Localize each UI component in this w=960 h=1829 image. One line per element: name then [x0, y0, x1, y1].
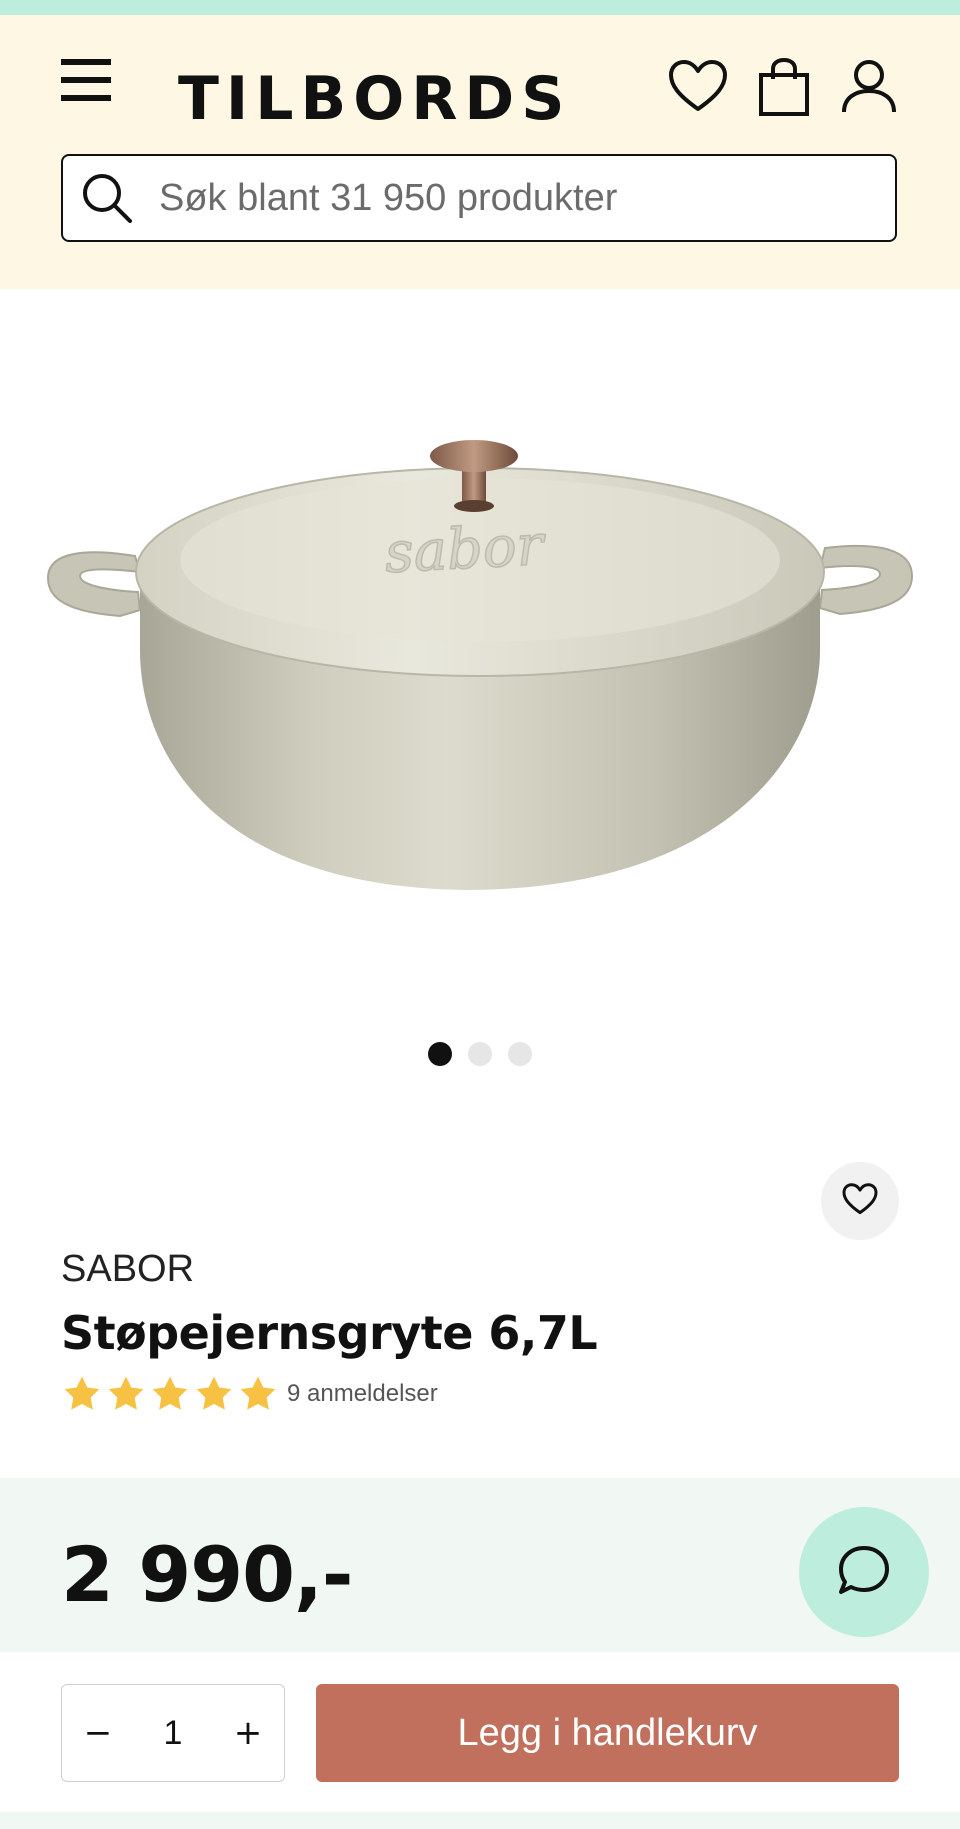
heart-icon — [668, 59, 728, 117]
gallery-dot-2[interactable] — [468, 1042, 492, 1066]
site-header: TILBORDS — [0, 15, 960, 289]
star-icon — [240, 1376, 276, 1410]
bottom-strip — [0, 1812, 960, 1829]
star-icon — [152, 1376, 188, 1410]
product-brand[interactable]: SABOR — [61, 1248, 194, 1291]
increase-quantity-button[interactable]: + — [212, 1685, 284, 1781]
product-image[interactable]: sabor — [40, 420, 920, 980]
svg-text:sabor: sabor — [383, 513, 548, 586]
product-title: Støpejernsgryte 6,7L — [61, 1306, 598, 1360]
star-icon — [108, 1376, 144, 1410]
gallery-dot-1[interactable] — [428, 1042, 452, 1066]
top-accent-strip — [0, 0, 960, 15]
product-price: 2 990,- — [61, 1530, 353, 1619]
reviews-count[interactable]: 9 anmeldelser — [287, 1380, 438, 1408]
chat-button[interactable] — [799, 1507, 929, 1637]
rating-stars — [61, 1374, 279, 1414]
search-bar[interactable] — [61, 154, 897, 242]
site-logo[interactable]: TILBORDS — [178, 59, 571, 139]
cart-button[interactable] — [752, 56, 816, 122]
quantity-stepper: − 1 + — [61, 1684, 285, 1782]
heart-icon — [842, 1183, 878, 1219]
account-button[interactable] — [836, 56, 902, 120]
decrease-quantity-button[interactable]: − — [62, 1685, 134, 1781]
product-rating[interactable]: 9 anmeldelser — [61, 1374, 438, 1414]
star-icon — [196, 1376, 232, 1410]
favorites-button[interactable] — [664, 56, 732, 120]
shopping-bag-icon — [758, 57, 810, 121]
chat-icon — [837, 1544, 891, 1600]
add-to-favorites-button[interactable] — [821, 1162, 899, 1240]
add-to-cart-button[interactable]: Legg i handlekurv — [316, 1684, 899, 1782]
gallery-pagination — [0, 1042, 960, 1066]
search-input[interactable] — [157, 175, 861, 221]
menu-icon — [61, 57, 111, 107]
gallery-dot-3[interactable] — [508, 1042, 532, 1066]
user-icon — [840, 58, 898, 118]
quantity-value[interactable]: 1 — [164, 1714, 183, 1753]
menu-button[interactable] — [58, 52, 114, 112]
search-icon — [77, 168, 137, 228]
star-icon — [64, 1376, 100, 1410]
